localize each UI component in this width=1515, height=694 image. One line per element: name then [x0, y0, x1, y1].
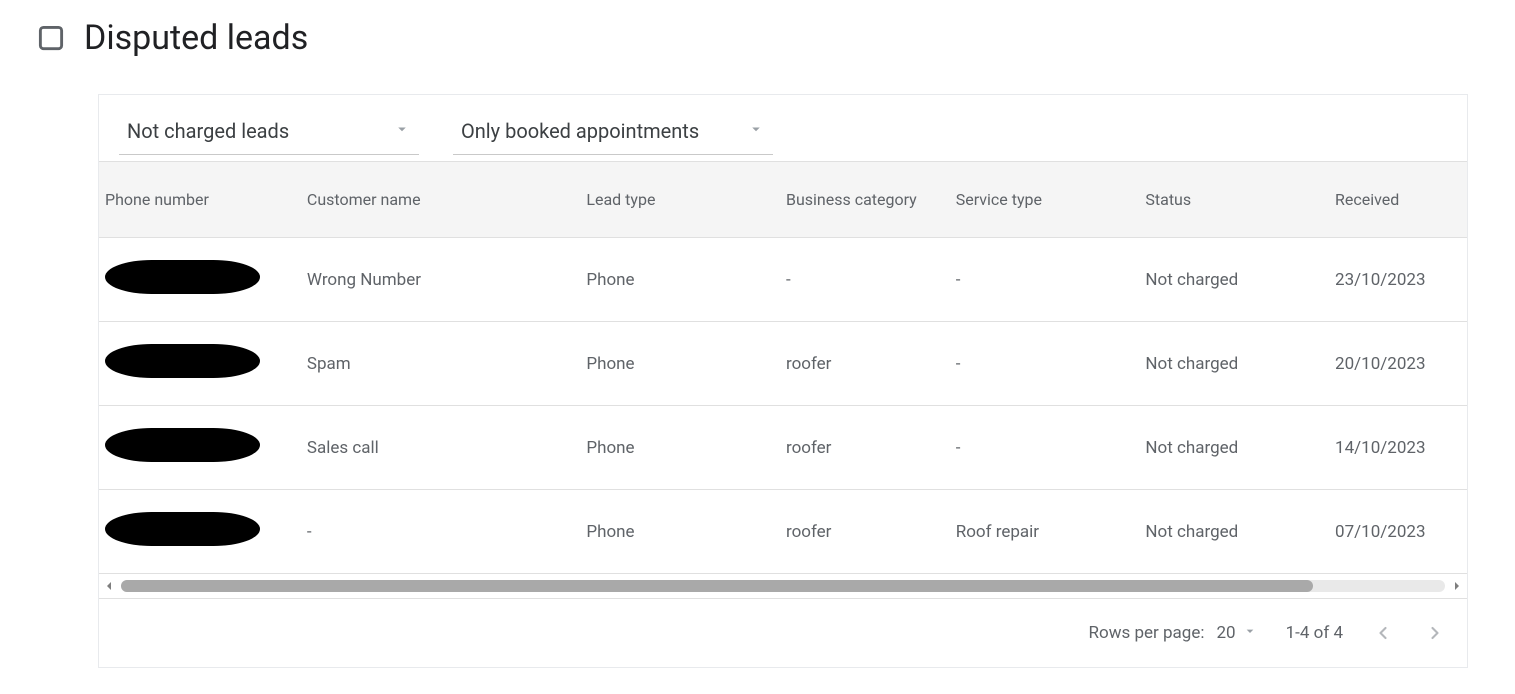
table-row[interactable]: SpamPhoneroofer-Not charged20/10/2023 — [99, 322, 1467, 406]
col-name[interactable]: Customer name — [299, 162, 578, 238]
cell-lead: Phone — [578, 322, 778, 406]
cell-lead: Phone — [578, 238, 778, 322]
cell-bus: roofer — [778, 490, 948, 574]
chevron-down-icon — [1242, 623, 1258, 644]
chevron-down-icon — [393, 120, 411, 142]
filter-charge-select[interactable]: Not charged leads — [119, 113, 419, 155]
cell-status: Not charged — [1137, 238, 1327, 322]
filter-bar: Not charged leads Only booked appointmen… — [99, 95, 1467, 161]
cell-svc: - — [948, 322, 1138, 406]
col-recv[interactable]: Received — [1327, 162, 1467, 238]
cell-svc: - — [948, 406, 1138, 490]
table-row[interactable]: Sales callPhoneroofer-Not charged14/10/2… — [99, 406, 1467, 490]
cell-name: Spam — [299, 322, 578, 406]
col-phone[interactable]: Phone number — [99, 162, 299, 238]
table-row[interactable]: -PhonerooferRoof repairNot charged07/10/… — [99, 490, 1467, 574]
filter-booking-select[interactable]: Only booked appointments — [453, 113, 773, 155]
scroll-right-icon[interactable] — [1449, 578, 1465, 594]
pagination-range: 1-4 of 4 — [1286, 623, 1343, 643]
phone-redacted — [105, 260, 260, 294]
disputed-checkbox[interactable] — [36, 23, 66, 53]
pagination: Rows per page: 20 1-4 of 4 — [99, 599, 1467, 667]
rows-per-page-select[interactable]: 20 — [1216, 623, 1257, 644]
filter-booking-label: Only booked appointments — [461, 119, 699, 143]
scroll-track[interactable] — [121, 580, 1445, 592]
cell-name: Sales call — [299, 406, 578, 490]
rows-per-page-value: 20 — [1216, 623, 1235, 643]
cell-status: Not charged — [1137, 322, 1327, 406]
cell-svc: Roof repair — [948, 490, 1138, 574]
leads-table: Phone number Customer name Lead type Bus… — [99, 161, 1467, 574]
cell-recv: 14/10/2023 — [1327, 406, 1467, 490]
table-row[interactable]: Wrong NumberPhone--Not charged23/10/2023 — [99, 238, 1467, 322]
rows-per-page-label: Rows per page: — [1089, 623, 1205, 643]
col-lead[interactable]: Lead type — [578, 162, 778, 238]
col-svc[interactable]: Service type — [948, 162, 1138, 238]
scroll-left-icon[interactable] — [101, 578, 117, 594]
phone-redacted — [105, 428, 260, 462]
page-title: Disputed leads — [84, 18, 308, 58]
leads-card: Not charged leads Only booked appointmen… — [98, 94, 1468, 668]
filter-charge-label: Not charged leads — [127, 119, 289, 143]
cell-svc: - — [948, 238, 1138, 322]
cell-lead: Phone — [578, 490, 778, 574]
cell-status: Not charged — [1137, 406, 1327, 490]
cell-name: - — [299, 490, 578, 574]
prev-page-button[interactable] — [1371, 621, 1395, 645]
horizontal-scrollbar — [99, 574, 1467, 599]
cell-recv: 23/10/2023 — [1327, 238, 1467, 322]
next-page-button[interactable] — [1423, 621, 1447, 645]
cell-status: Not charged — [1137, 490, 1327, 574]
chevron-down-icon — [747, 120, 765, 142]
cell-lead: Phone — [578, 406, 778, 490]
col-status[interactable]: Status — [1137, 162, 1327, 238]
cell-recv: 07/10/2023 — [1327, 490, 1467, 574]
cell-bus: roofer — [778, 406, 948, 490]
phone-redacted — [105, 512, 260, 546]
phone-redacted — [105, 344, 260, 378]
cell-bus: roofer — [778, 322, 948, 406]
cell-name: Wrong Number — [299, 238, 578, 322]
cell-recv: 20/10/2023 — [1327, 322, 1467, 406]
scroll-thumb[interactable] — [121, 580, 1313, 592]
col-bus[interactable]: Business category — [778, 162, 948, 238]
cell-bus: - — [778, 238, 948, 322]
